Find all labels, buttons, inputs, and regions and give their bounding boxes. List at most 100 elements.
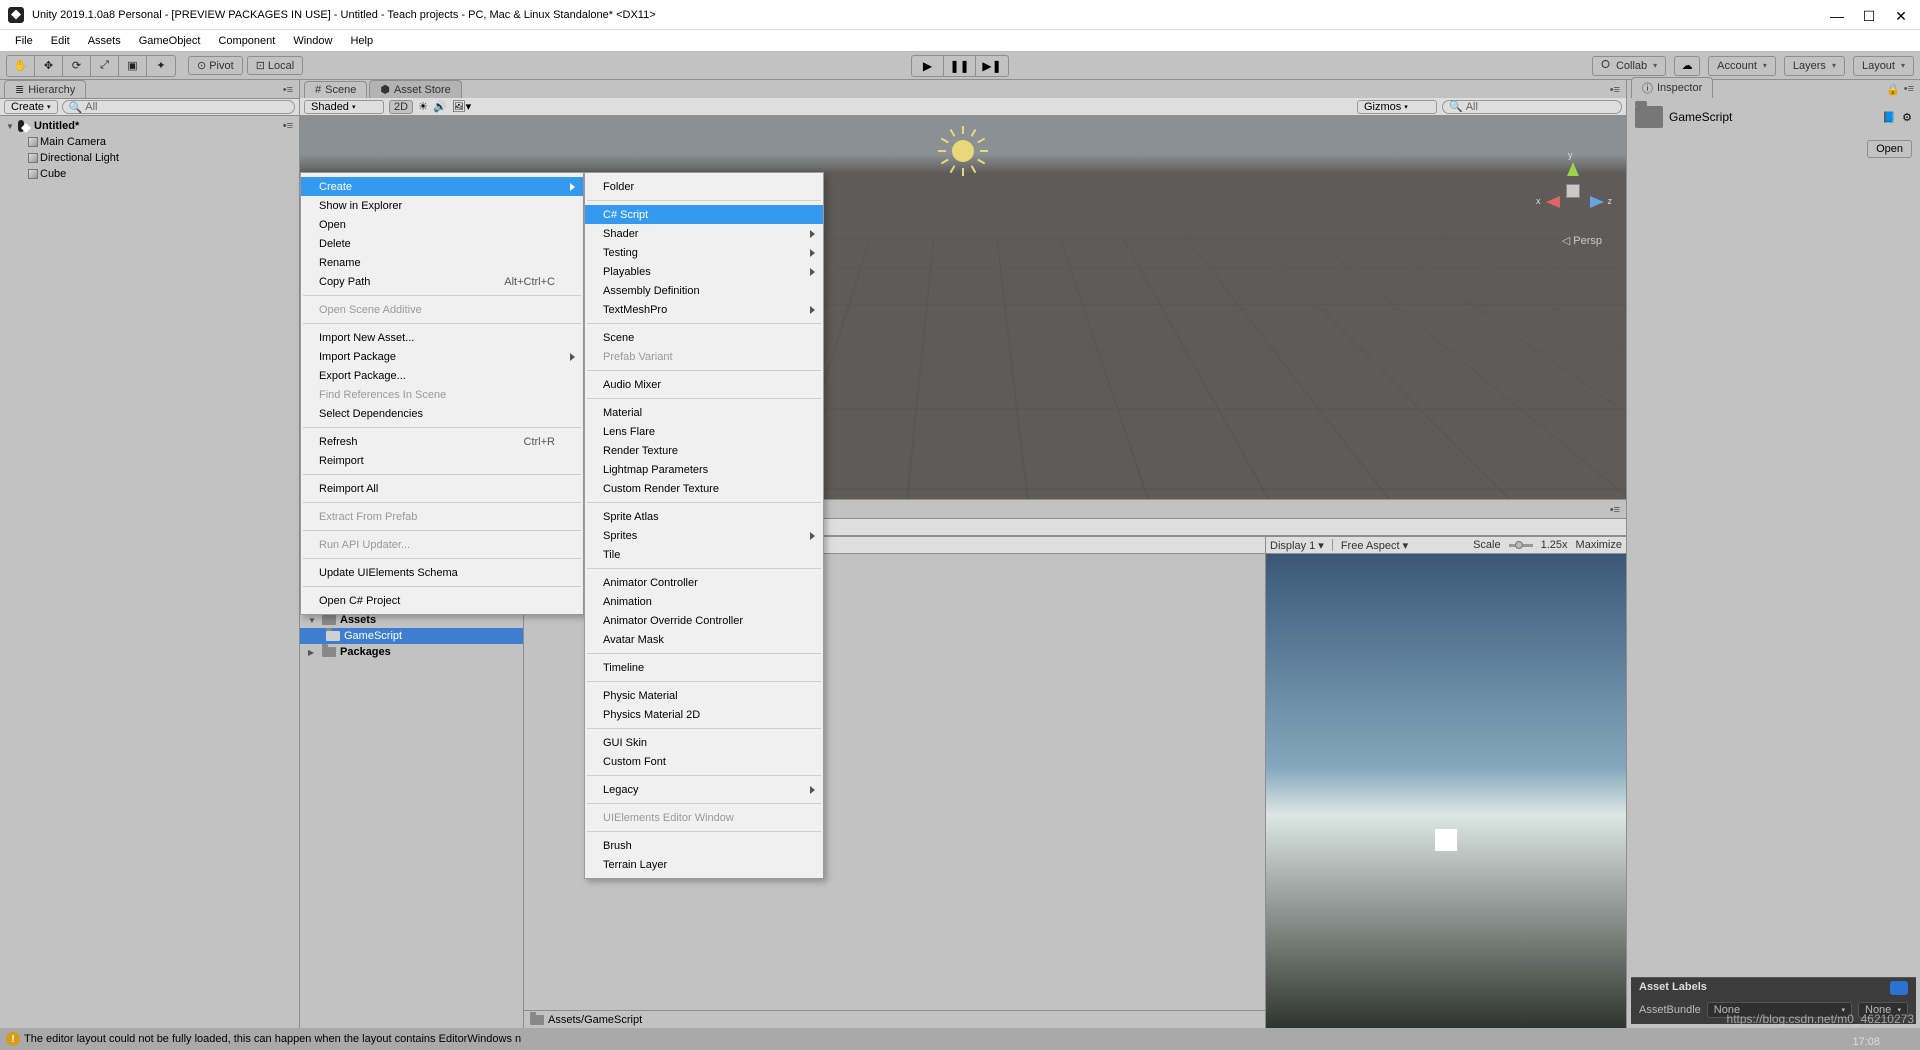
maximize-button[interactable]: ☐ [1862, 8, 1876, 22]
panel-options-icon[interactable]: •≡ [283, 84, 293, 96]
layers-dropdown[interactable]: Layers [1784, 56, 1845, 76]
ctx-create-item[interactable]: Custom Render Texture [585, 479, 823, 498]
pause-button[interactable]: ❚❚ [944, 56, 976, 76]
axis-gizmo[interactable]: y x z [1538, 156, 1608, 226]
help-icon[interactable]: 📘 [1882, 111, 1896, 124]
minimize-button[interactable]: — [1830, 8, 1844, 22]
game-display-dropdown[interactable]: Display 1 ▾ [1270, 539, 1324, 552]
scene-row[interactable]: ▼Untitled*•≡ [0, 118, 299, 134]
close-button[interactable]: ✕ [1894, 8, 1908, 22]
cloud-button[interactable]: ☁ [1674, 56, 1700, 76]
go-cube[interactable]: Cube [0, 166, 299, 182]
step-button[interactable]: ▶❚ [976, 56, 1008, 76]
menu-edit[interactable]: Edit [42, 32, 79, 50]
ctx-create-item[interactable]: Sprites [585, 526, 823, 545]
menu-gameobject[interactable]: GameObject [130, 32, 210, 50]
ctx-project-item[interactable]: Update UIElements Schema [301, 563, 583, 582]
gizmos-dropdown[interactable]: Gizmos [1357, 100, 1437, 114]
packages-folder[interactable]: ▶Packages [300, 644, 523, 660]
persp-label[interactable]: ◁Persp [1562, 234, 1602, 247]
ctx-create-item[interactable]: Folder [585, 177, 823, 196]
ctx-project-item[interactable]: Show in Explorer [301, 196, 583, 215]
panel-options-icon[interactable]: •≡ [1904, 83, 1914, 96]
ctx-create-item[interactable]: Audio Mixer [585, 375, 823, 394]
move-tool[interactable]: ✥ [35, 56, 63, 76]
ctx-project-item[interactable]: Copy PathAlt+Ctrl+C [301, 272, 583, 291]
go-directional-light[interactable]: Directional Light [0, 150, 299, 166]
hierarchy-create-dropdown[interactable]: Create [4, 100, 58, 114]
ctx-project-item[interactable]: Import New Asset... [301, 328, 583, 347]
play-button[interactable]: ▶ [912, 56, 944, 76]
ctx-project-item[interactable]: Create [301, 177, 583, 196]
ctx-create-item[interactable]: Testing [585, 243, 823, 262]
ctx-create-item[interactable]: TextMeshPro [585, 300, 823, 319]
ctx-create-item[interactable]: Animator Controller [585, 573, 823, 592]
audio-toggle-icon[interactable]: 🔊 [433, 100, 447, 113]
maximize-toggle[interactable]: Maximize [1576, 539, 1622, 551]
rotate-tool[interactable]: ⟳ [63, 56, 91, 76]
ctx-project-item[interactable]: RefreshCtrl+R [301, 432, 583, 451]
scale-tool[interactable]: ⤢ [91, 56, 119, 76]
open-button[interactable]: Open [1867, 140, 1912, 158]
ctx-create-item[interactable]: Timeline [585, 658, 823, 677]
menu-window[interactable]: Window [284, 32, 341, 50]
menu-file[interactable]: File [6, 32, 42, 50]
2d-toggle[interactable]: 2D [389, 100, 413, 114]
pivot-toggle[interactable]: ⊙Pivot [188, 56, 243, 75]
game-aspect-dropdown[interactable]: Free Aspect ▾ [1341, 539, 1408, 552]
panel-options-icon[interactable]: •≡ [1610, 504, 1620, 516]
scale-slider[interactable] [1509, 544, 1533, 547]
tab-scene[interactable]: #Scene [304, 81, 367, 98]
ctx-create-item[interactable]: Tile [585, 545, 823, 564]
scene-search[interactable]: 🔍All [1442, 100, 1622, 114]
transform-tool[interactable]: ✦ [147, 56, 175, 76]
shading-mode-dropdown[interactable]: Shaded [304, 100, 384, 114]
hierarchy-search[interactable]: 🔍All [62, 100, 295, 114]
ctx-project-item[interactable]: Select Dependencies [301, 404, 583, 423]
ctx-project-item[interactable]: Reimport [301, 451, 583, 470]
tab-hierarchy[interactable]: ≣Hierarchy [4, 80, 86, 98]
local-toggle[interactable]: ⊡Local [247, 56, 304, 75]
ctx-create-item[interactable]: Scene [585, 328, 823, 347]
menu-help[interactable]: Help [341, 32, 382, 50]
game-view[interactable] [1266, 554, 1626, 1028]
ctx-project-item[interactable]: Open [301, 215, 583, 234]
go-main-camera[interactable]: Main Camera [0, 134, 299, 150]
ctx-create-item[interactable]: Brush [585, 836, 823, 855]
ctx-create-item[interactable]: Avatar Mask [585, 630, 823, 649]
ctx-project-item[interactable]: Open C# Project [301, 591, 583, 610]
ctx-project-item[interactable]: Export Package... [301, 366, 583, 385]
ctx-create-item[interactable]: Playables [585, 262, 823, 281]
ctx-create-item[interactable]: Sprite Atlas [585, 507, 823, 526]
ctx-project-item[interactable]: Import Package [301, 347, 583, 366]
ctx-create-item[interactable]: Physic Material [585, 686, 823, 705]
ctx-create-item[interactable]: GUI Skin [585, 733, 823, 752]
label-tag-icon[interactable] [1890, 981, 1908, 995]
ctx-create-item[interactable]: Shader [585, 224, 823, 243]
menu-assets[interactable]: Assets [79, 32, 130, 50]
ctx-create-item[interactable]: Animation [585, 592, 823, 611]
ctx-create-item[interactable]: C# Script [585, 205, 823, 224]
tab-inspector[interactable]: ⓘInspector [1631, 77, 1713, 98]
ctx-create-item[interactable]: Physics Material 2D [585, 705, 823, 724]
lock-icon[interactable]: 🔒 [1886, 83, 1900, 96]
ctx-create-item[interactable]: Render Texture [585, 441, 823, 460]
ctx-project-item[interactable]: Reimport All [301, 479, 583, 498]
ctx-create-item[interactable]: Lens Flare [585, 422, 823, 441]
account-dropdown[interactable]: Account [1708, 56, 1776, 76]
collab-dropdown[interactable]: ⭘Collab [1592, 56, 1666, 76]
ctx-create-item[interactable]: Animator Override Controller [585, 611, 823, 630]
ctx-project-item[interactable]: Rename [301, 253, 583, 272]
ctx-create-item[interactable]: Custom Font [585, 752, 823, 771]
hand-tool[interactable]: ✋ [7, 56, 35, 76]
ctx-create-item[interactable]: Legacy [585, 780, 823, 799]
ctx-project-item[interactable]: Delete [301, 234, 583, 253]
ctx-create-item[interactable]: Terrain Layer [585, 855, 823, 874]
fx-toggle-icon[interactable]: 🖼▾ [452, 100, 472, 113]
ctx-create-item[interactable]: Assembly Definition [585, 281, 823, 300]
tab-asset-store[interactable]: ⬢Asset Store [369, 80, 461, 98]
panel-options-icon[interactable]: •≡ [1610, 84, 1620, 96]
ctx-create-item[interactable]: Lightmap Parameters [585, 460, 823, 479]
settings-icon[interactable]: ⚙ [1902, 111, 1912, 124]
rect-tool[interactable]: ▣ [119, 56, 147, 76]
